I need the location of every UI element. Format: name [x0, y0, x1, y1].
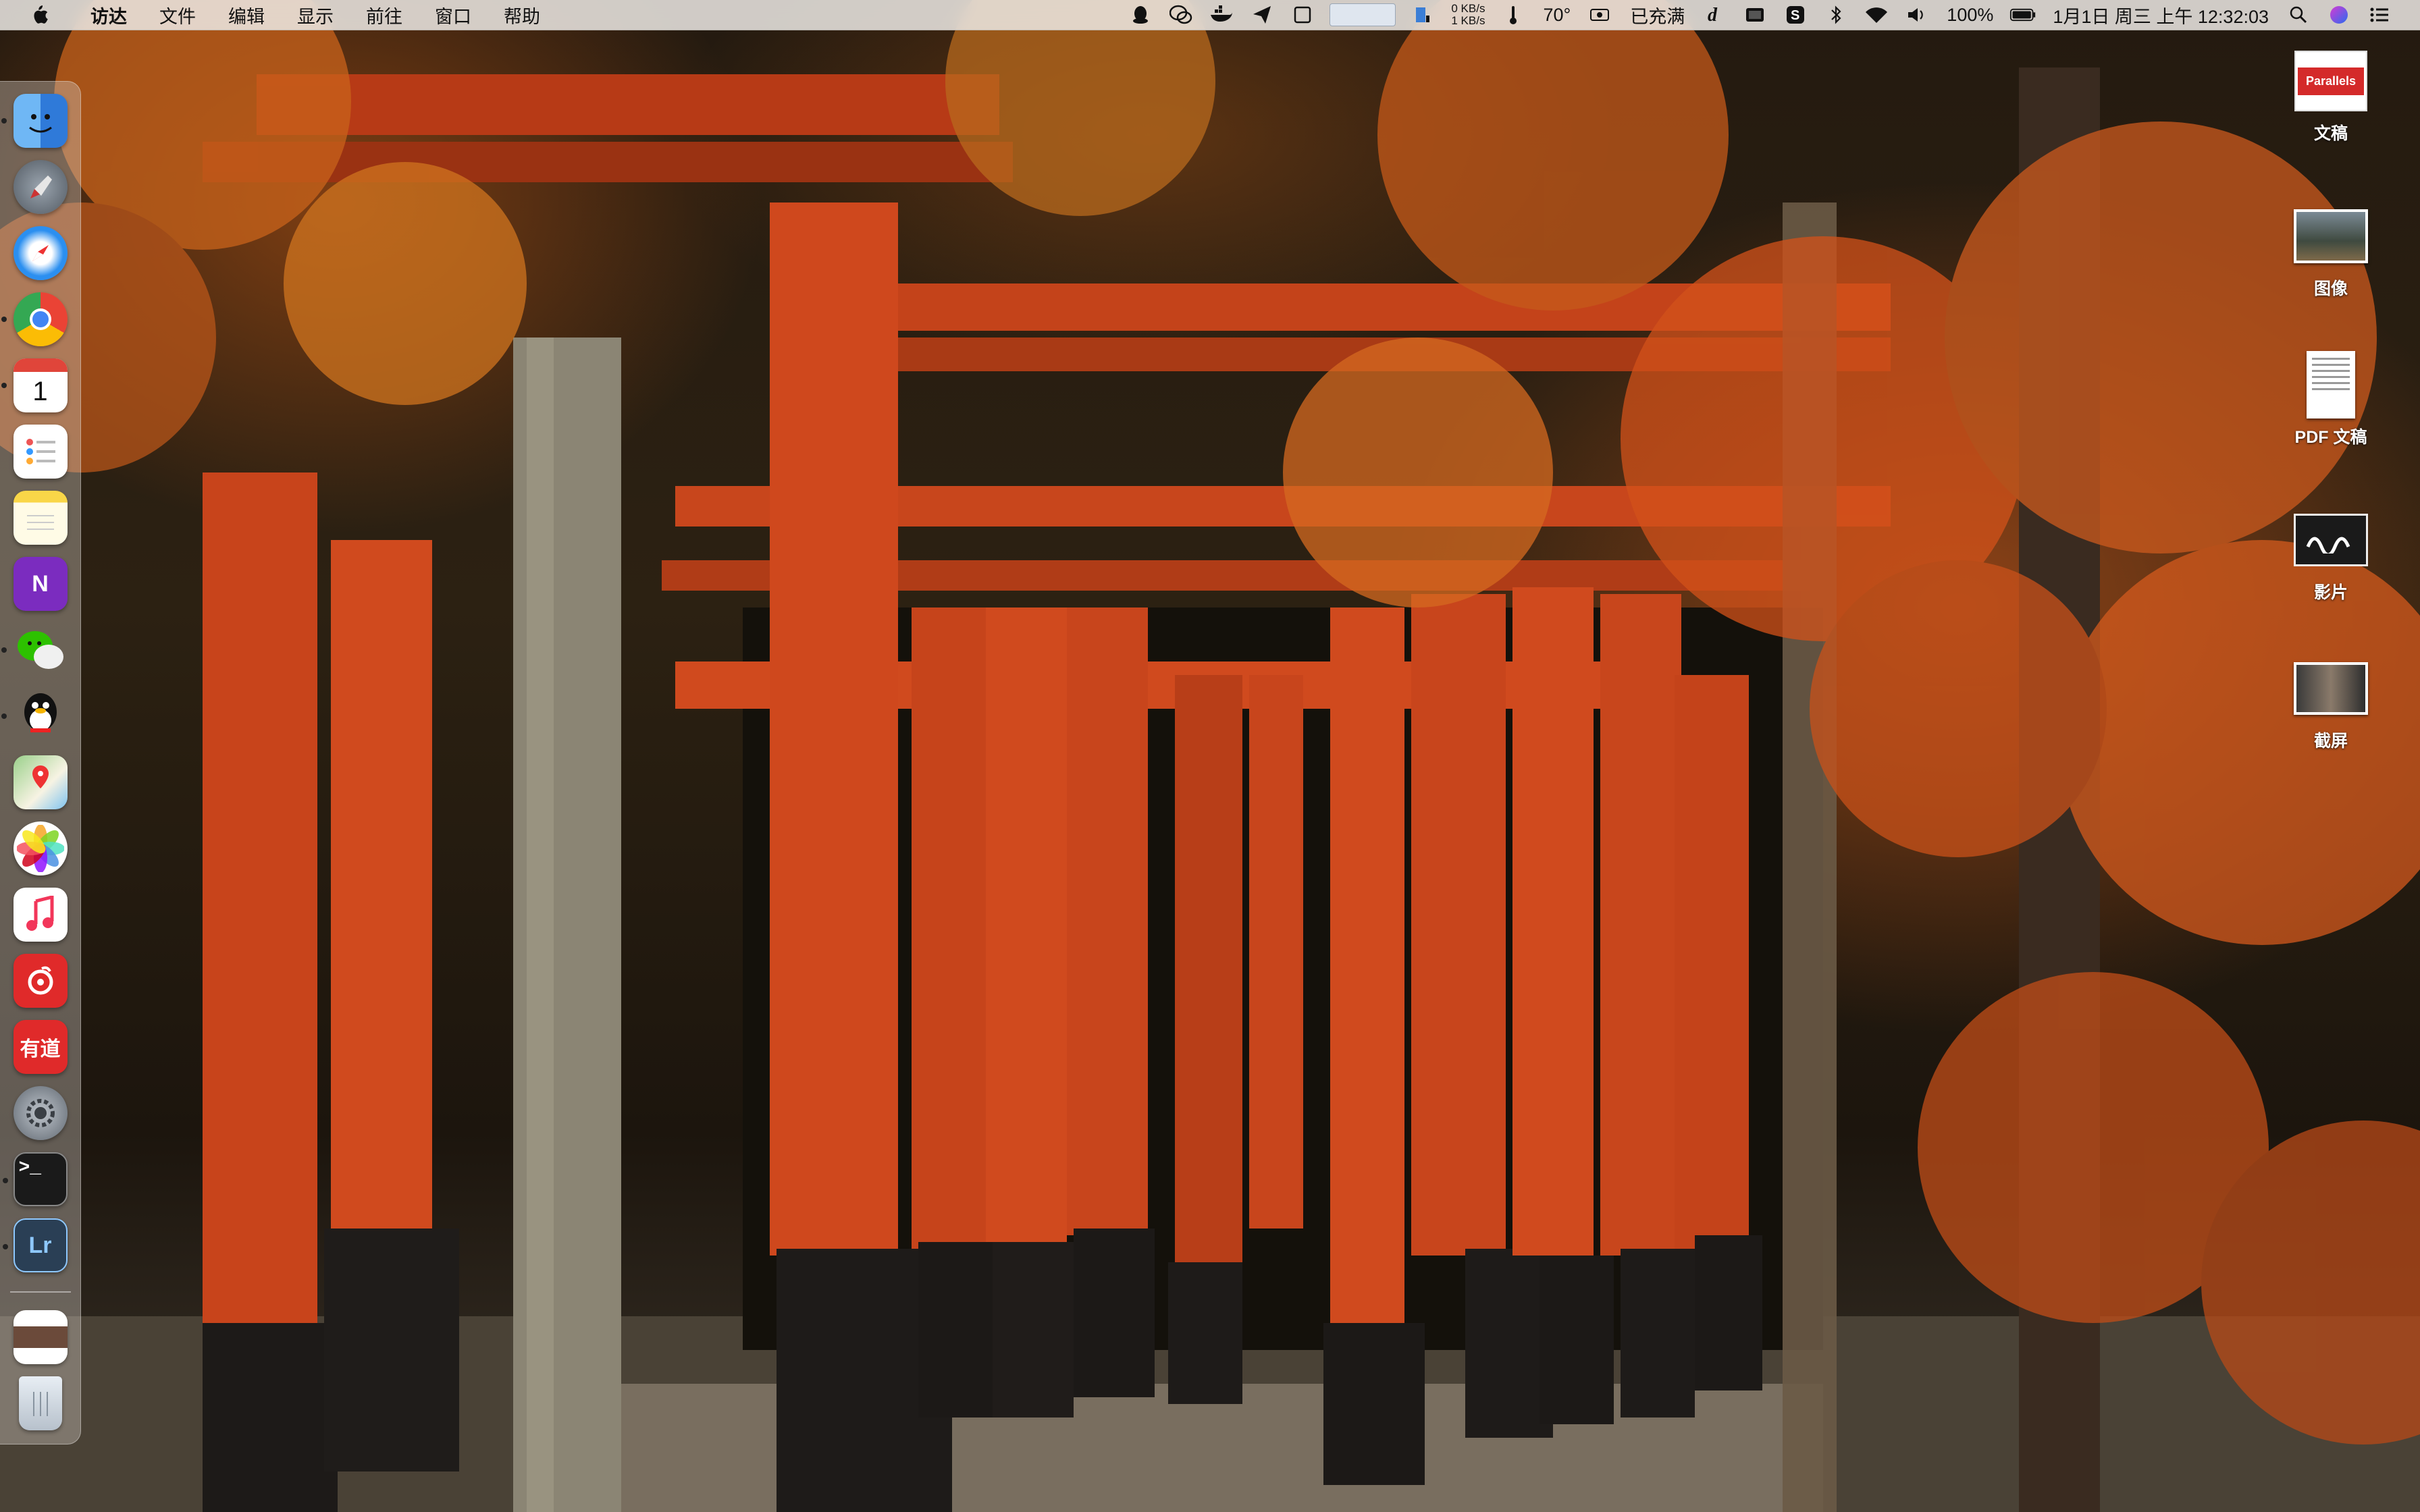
status-area: 0 KB/s 1 KB/s 70° 已充满 d S 100% 1月1日 周三 上…: [1120, 0, 2420, 30]
wechat-app-icon[interactable]: [1, 623, 68, 677]
send-icon[interactable]: [1248, 1, 1275, 28]
desktop-icon-label: 文稿: [2313, 124, 2348, 143]
menu-view[interactable]: 显示: [281, 2, 350, 28]
input-method-box[interactable]: [1330, 3, 1396, 26]
menu-help[interactable]: 帮助: [488, 2, 556, 28]
bluetooth-icon[interactable]: [1822, 1, 1849, 28]
running-indicator: [2, 1244, 8, 1249]
pdf-thumb: [2294, 351, 2368, 418]
dictionary-icon[interactable]: d: [1701, 1, 1728, 28]
system-preferences-app-icon[interactable]: [13, 1086, 68, 1140]
menu-bar: 访达 文件 编辑 显示 前往 窗口 帮助 0 KB/s 1 KB/s 70° 已…: [0, 0, 2420, 30]
notes-app-icon[interactable]: [13, 491, 68, 545]
running-indicator: [1, 383, 7, 388]
network-speed: 0 KB/s 1 KB/s: [1451, 3, 1485, 27]
qq-app-icon[interactable]: [1, 689, 68, 743]
window-icon[interactable]: [1289, 1, 1316, 28]
battery-icon[interactable]: [2009, 1, 2036, 28]
qq-status-icon[interactable]: [1127, 1, 1154, 28]
netease-music-app-icon[interactable]: [13, 954, 68, 1008]
parallels-thumb: Parallels: [2294, 47, 2368, 115]
volume-icon[interactable]: [1903, 1, 1930, 28]
menu-edit[interactable]: 编辑: [212, 2, 281, 28]
siri-icon[interactable]: [2325, 1, 2352, 28]
maps-app-icon[interactable]: [13, 755, 68, 809]
lightroom-app-icon[interactable]: Lr: [2, 1218, 68, 1272]
menu-go[interactable]: 前往: [350, 2, 419, 28]
desktop-icon-pdf[interactable]: PDF 文稿: [2263, 351, 2398, 448]
battery-charge-icon: [1587, 1, 1614, 28]
music-app-icon[interactable]: [13, 888, 68, 942]
sogou-icon[interactable]: S: [1782, 1, 1809, 28]
chrome-app-icon[interactable]: [1, 292, 68, 346]
onenote-letter: N: [32, 570, 49, 597]
trash-icon[interactable]: [18, 1376, 62, 1430]
display-icon[interactable]: [1741, 1, 1768, 28]
calendar-header: [13, 358, 68, 372]
lightroom-label: Lr: [28, 1232, 52, 1258]
calendar-app-icon[interactable]: 1: [1, 358, 68, 412]
torii-gates-wallpaper: [0, 0, 2420, 1512]
desktop-icon-images[interactable]: 图像: [2263, 202, 2398, 300]
screenshot-thumb: [2294, 655, 2368, 722]
desktop-wallpaper: [0, 0, 2420, 1512]
reminders-app-icon[interactable]: [13, 425, 68, 479]
dock-separator: [9, 1291, 71, 1293]
desktop-icon-label: 截屏: [2313, 732, 2348, 751]
youdao-label: 有道: [20, 1038, 61, 1060]
net-down-speed: 1 KB/s: [1451, 14, 1485, 27]
apple-menu-icon[interactable]: [24, 0, 54, 30]
docker-icon[interactable]: [1208, 1, 1235, 28]
youdao-app-icon[interactable]: 有道: [13, 1020, 68, 1074]
wechat-status-icon[interactable]: [1167, 1, 1194, 28]
running-indicator: [2, 1178, 8, 1183]
desktop-icon-documents[interactable]: Parallels 文稿: [2263, 47, 2398, 144]
spotlight-search-icon[interactable]: [2285, 1, 2312, 28]
photos-app-icon[interactable]: [13, 821, 68, 875]
desktop-icon-screenshots[interactable]: 截屏: [2263, 655, 2398, 752]
downloads-stack-icon[interactable]: [13, 1310, 68, 1364]
battery-status-text: 已充满: [1630, 6, 1685, 27]
input-source-icon[interactable]: [1409, 1, 1436, 28]
desktop-icon-label: PDF 文稿: [2294, 428, 2367, 447]
running-indicator: [1, 317, 7, 322]
onenote-app-icon[interactable]: N: [13, 557, 68, 611]
safari-app-icon[interactable]: [13, 226, 68, 280]
battery-percent: 100%: [1947, 4, 1994, 25]
thermometer-icon: [1500, 1, 1527, 28]
desktop-icon-label: 影片: [2313, 583, 2348, 602]
movie-thumb: [2294, 506, 2368, 574]
launchpad-app-icon[interactable]: [13, 160, 68, 214]
terminal-app-icon[interactable]: >_: [2, 1152, 68, 1206]
desktop-icon-label: 图像: [2313, 279, 2348, 298]
desktop-icon-movies[interactable]: 影片: [2263, 506, 2398, 603]
dock: 1 N 有道 >_ Lr: [0, 81, 81, 1444]
svg-text:S: S: [1791, 8, 1799, 23]
running-indicator: [1, 118, 7, 124]
notification-center-icon[interactable]: [2366, 1, 2393, 28]
clock[interactable]: 1月1日 周三 上午 12:32:03: [2053, 2, 2269, 28]
parallels-logo: Parallels: [2298, 67, 2364, 95]
running-indicator: [1, 713, 7, 719]
running-indicator: [1, 647, 7, 653]
terminal-prompt: >_: [18, 1158, 42, 1179]
image-thumb: [2294, 202, 2368, 270]
calendar-day: 1: [32, 376, 48, 406]
svg-text:d: d: [1708, 5, 1718, 25]
menu-app-finder[interactable]: 访达: [74, 2, 143, 28]
net-up-speed: 0 KB/s: [1451, 2, 1485, 15]
menu-file[interactable]: 文件: [143, 2, 212, 28]
wifi-icon[interactable]: [1863, 1, 1890, 28]
finder-app-icon[interactable]: [1, 94, 68, 148]
menu-window[interactable]: 窗口: [419, 2, 488, 28]
temperature-readout: 70°: [1543, 4, 1571, 25]
